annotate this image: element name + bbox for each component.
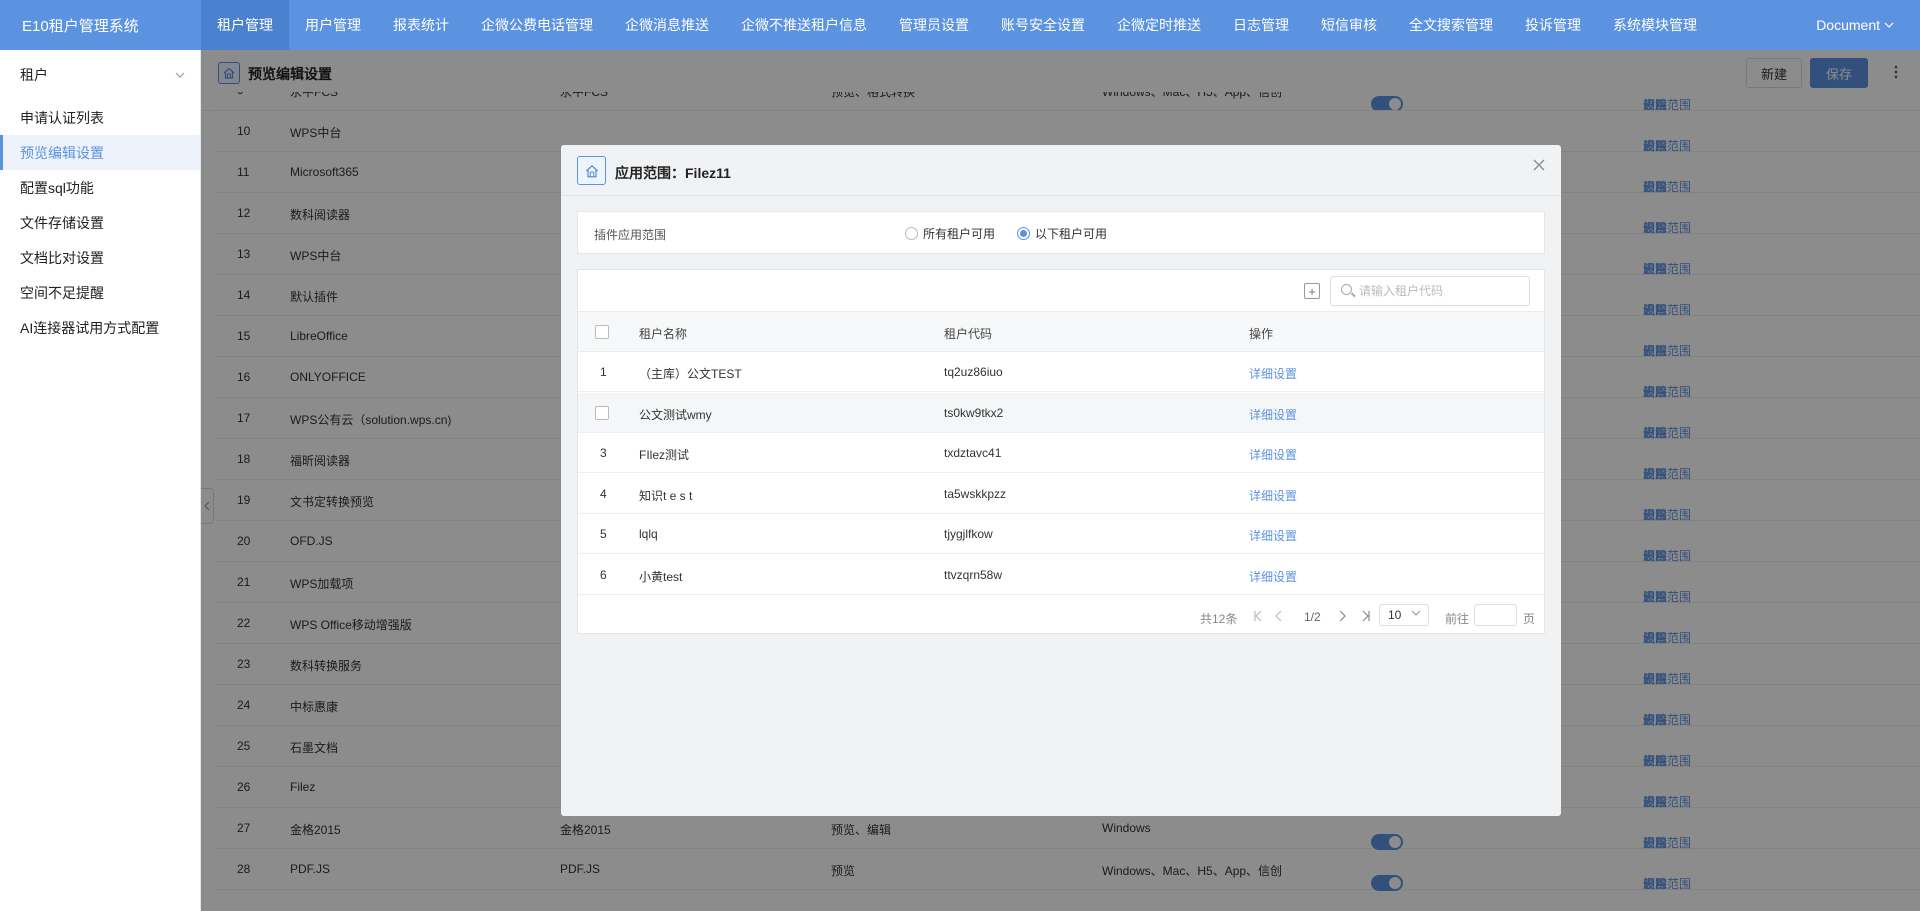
nav-item[interactable]: 企微定时推送 [1101, 0, 1217, 50]
sidebar-item[interactable]: 空间不足提醒 [0, 275, 200, 310]
tenant-list: + 租户名称 租户代码 操作 1 （主库）公文TEST tq2uz86iuo 详细设置… [577, 269, 1545, 634]
row-number: 6 [600, 567, 607, 582]
nav-item[interactable]: 租户管理 [201, 0, 289, 50]
detail-settings-link[interactable]: 详细设置 [1249, 568, 1297, 585]
close-icon[interactable] [1533, 159, 1545, 171]
tenant-code: ta5wskkpzz [944, 486, 1007, 501]
nav-item[interactable]: 短信审核 [1305, 0, 1393, 50]
sidebar-item[interactable]: 预览编辑设置 [0, 135, 200, 170]
nav-item[interactable]: 报表统计 [377, 0, 465, 50]
tenant-row[interactable]: 1 （主库）公文TEST tq2uz86iuo 详细设置 [578, 352, 1544, 392]
radio-some-label: 以下租户可用 [1035, 227, 1108, 241]
user-menu-label: Document [1816, 17, 1880, 33]
tenant-table-header: 租户名称 租户代码 操作 [578, 311, 1544, 352]
detail-settings-link[interactable]: 详细设置 [1249, 365, 1297, 382]
nav-item[interactable]: 投诉管理 [1509, 0, 1597, 50]
header-tenant-name: 租户名称 [639, 327, 688, 341]
last-page-icon[interactable] [1361, 610, 1371, 622]
select-all-checkbox[interactable] [595, 325, 609, 339]
tenant-search [1330, 276, 1530, 306]
sidebar-group-label: 租户 [20, 67, 48, 83]
chevron-down-icon [175, 72, 185, 78]
scope-label: 插件应用范围 [594, 228, 667, 242]
header-tenant-code: 租户代码 [944, 327, 993, 341]
next-page-icon[interactable] [1338, 610, 1346, 622]
pagination-total: 共12条 [1200, 612, 1238, 626]
nav-item[interactable]: 企微消息推送 [609, 0, 725, 50]
radio-circle [1017, 227, 1030, 240]
prev-page-icon[interactable] [1275, 610, 1283, 622]
radio-all-tenants[interactable]: 所有租户可用 [905, 225, 995, 242]
chevron-down-icon [1884, 22, 1894, 28]
tenant-row[interactable]: 公文测试wmy ts0kw9tkx2 详细设置 [578, 392, 1544, 433]
header-operation: 操作 [1249, 327, 1274, 341]
tenant-code: txdztavc41 [944, 446, 1002, 460]
tenant-row[interactable]: 3 FIlez测试 txdztavc41 详细设置 [578, 433, 1544, 473]
pagination-page-unit: 页 [1523, 612, 1536, 626]
scope-selector: 插件应用范围 所有租户可用 以下租户可用 [577, 211, 1545, 254]
nav-item[interactable]: 企微不推送租户信息 [725, 0, 883, 50]
radio-circle [905, 227, 918, 240]
add-icon[interactable]: + [1304, 283, 1320, 299]
tenant-code: ttvzqrn58w [944, 567, 1003, 582]
pagination-goto-input[interactable] [1474, 604, 1517, 626]
page-size-value: 10 [1388, 608, 1402, 622]
nav-item[interactable]: 用户管理 [289, 0, 377, 50]
sidebar-item[interactable]: 申请认证列表 [0, 100, 200, 135]
tenant-code: tjygjlfkow [944, 527, 993, 541]
tenant-name: lqlq [639, 527, 658, 541]
tenant-row[interactable]: 6 小黄test ttvzqrn58w 详细设置 [578, 555, 1544, 595]
row-number: 5 [600, 527, 607, 541]
tenant-row[interactable]: 5 lqlq tjygjlfkow 详细设置 [578, 514, 1544, 554]
row-number: 4 [600, 486, 607, 501]
page-size-select[interactable]: 10 [1379, 604, 1429, 626]
pagination-goto-label: 前往 [1445, 612, 1470, 626]
nav-item[interactable]: 账号安全设置 [985, 0, 1101, 50]
nav-item[interactable]: 全文搜索管理 [1393, 0, 1509, 50]
tenant-code: tq2uz86iuo [944, 365, 1003, 379]
detail-settings-link[interactable]: 详细设置 [1249, 446, 1297, 463]
scope-modal: 应用范围：Filez11 插件应用范围 所有租户可用 以下租户可用 + 租户名称… [561, 145, 1561, 816]
home-icon [577, 156, 606, 185]
modal-header: 应用范围：Filez11 [561, 145, 1561, 196]
tenant-name: 公文测试wmy [639, 407, 712, 422]
tenant-row[interactable]: 4 知识t e s t ta5wskkpzz 详细设置 [578, 474, 1544, 514]
detail-settings-link[interactable]: 详细设置 [1249, 406, 1297, 423]
search-icon [1341, 284, 1352, 295]
chevron-down-icon [1411, 610, 1421, 616]
user-menu[interactable]: Document [1816, 0, 1894, 50]
row-number: 1 [600, 365, 607, 379]
radio-all-label: 所有租户可用 [923, 227, 996, 241]
tenant-name: FIlez测试 [639, 448, 690, 462]
tenant-code: ts0kw9tkx2 [944, 405, 1004, 420]
sidebar: 租户 申请认证列表 预览编辑设置 配置sql功能 文件存储设置 文档比对设置 空间不足提醒… [0, 50, 201, 911]
row-checkbox[interactable] [595, 405, 609, 420]
tenant-code-search-input[interactable] [1359, 282, 1519, 300]
row-number: 3 [600, 446, 607, 460]
pagination: 共12条 1/2 10 前往 页 [578, 600, 1544, 634]
nav-item[interactable]: 企微公费电话管理 [465, 0, 609, 50]
sidebar-items: 申请认证列表 预览编辑设置 配置sql功能 文件存储设置 文档比对设置 空间不足提醒 AI连… [0, 100, 200, 345]
tenant-name: 小黄test [639, 569, 683, 584]
nav-item[interactable]: 管理员设置 [883, 0, 985, 50]
app-title: E10租户管理系统 [22, 17, 139, 35]
radio-selected-tenants[interactable]: 以下租户可用 [1017, 225, 1107, 242]
detail-settings-link[interactable]: 详细设置 [1249, 487, 1297, 504]
pagination-current-page: 1/2 [1304, 610, 1321, 624]
sidebar-item[interactable]: 文件存储设置 [0, 205, 200, 240]
sidebar-item[interactable]: 配置sql功能 [0, 170, 200, 205]
nav-item[interactable]: 系统模块管理 [1597, 0, 1713, 50]
modal-title: 应用范围：Filez11 [615, 165, 731, 181]
sidebar-group-tenant[interactable]: 租户 [0, 50, 200, 100]
sidebar-item[interactable]: 文档比对设置 [0, 240, 200, 275]
sidebar-item[interactable]: AI连接器试用方式配置 [0, 310, 200, 345]
nav-item[interactable]: 日志管理 [1217, 0, 1305, 50]
detail-settings-link[interactable]: 详细设置 [1249, 527, 1297, 544]
first-page-icon[interactable] [1253, 610, 1263, 622]
tenant-name: 知识t e s t [639, 488, 693, 503]
tenant-name: （主库）公文TEST [639, 367, 742, 381]
top-nav-menu: 租户管理 用户管理 报表统计 企微公费电话管理 企微消息推送 企微不推送租户信息 管理员设置… [201, 0, 1713, 50]
top-nav-bar: E10租户管理系统 租户管理 用户管理 报表统计 企微公费电话管理 企微消息推送 企微不推… [0, 0, 1920, 50]
